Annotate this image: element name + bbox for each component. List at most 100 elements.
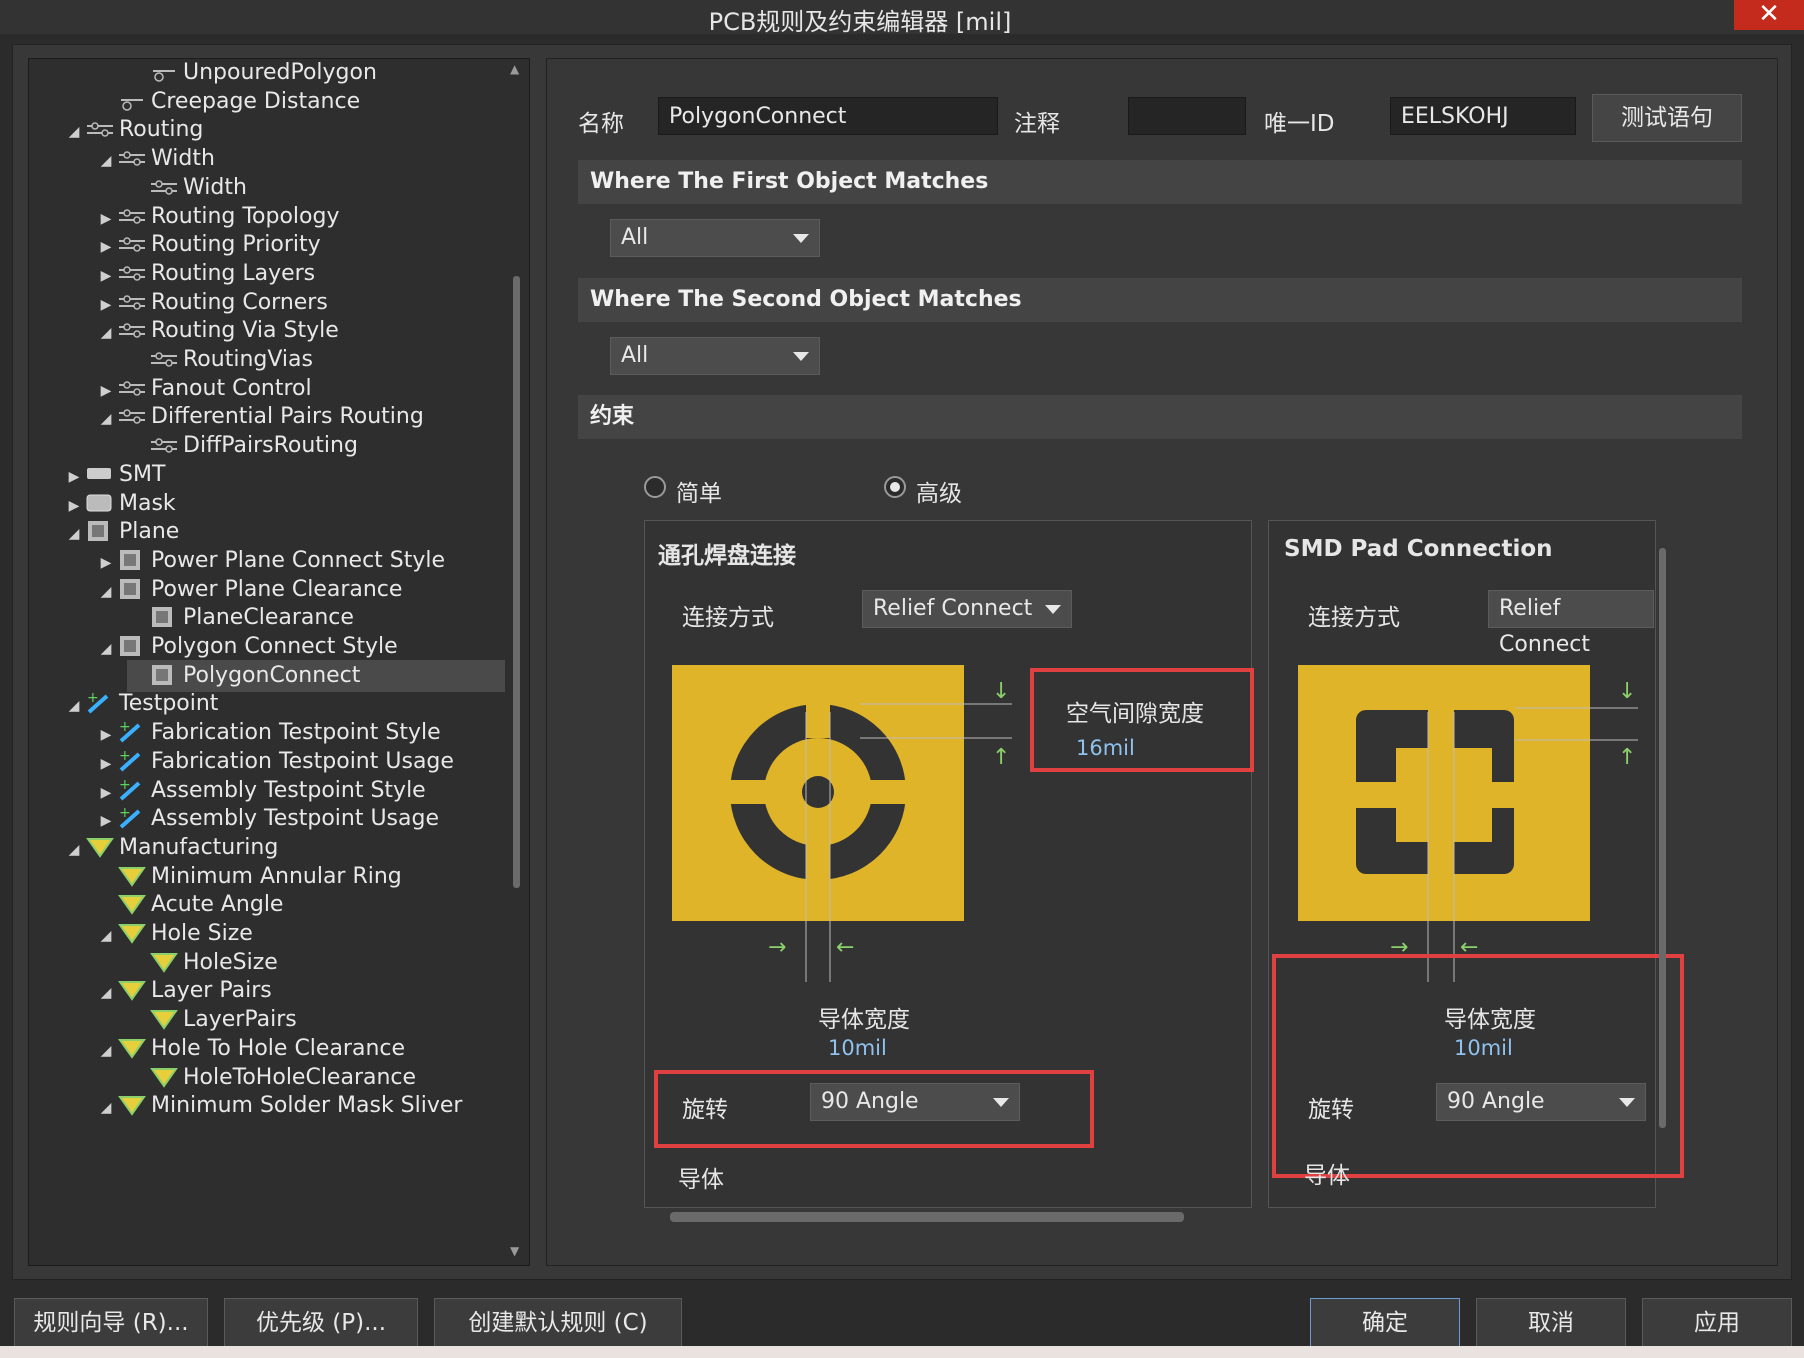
tree-item-hole-size[interactable]: ◢ Hole Size (95, 918, 505, 950)
constraints-vscrollbar[interactable] (1656, 526, 1670, 1196)
svg-text:+: + (119, 721, 131, 735)
tree-item-fabrication-testpoint-style[interactable]: ▶ + Fabrication Testpoint Style (95, 717, 505, 749)
tree-item-fabrication-testpoint-usage[interactable]: ▶ + Fabrication Testpoint Usage (95, 746, 505, 778)
smt-rule-icon (85, 463, 115, 485)
collapse-icon[interactable]: ◢ (95, 403, 117, 435)
collapse-icon[interactable]: ◢ (95, 977, 117, 1009)
th-rotation-value: 90 Angle (821, 1089, 919, 1114)
radio-simple[interactable] (644, 476, 666, 498)
collapse-icon[interactable]: ◢ (63, 690, 85, 722)
tree-item-fanout-control[interactable]: ▶ Fanout Control (95, 373, 505, 405)
scroll-up-icon[interactable]: ▲ (510, 62, 519, 76)
scroll-down-icon[interactable]: ▼ (510, 1244, 519, 1258)
collapse-icon[interactable]: ◢ (95, 1092, 117, 1124)
collapse-icon[interactable]: ◢ (63, 518, 85, 550)
scrollbar-thumb[interactable] (670, 1212, 1184, 1222)
th-rotation-select[interactable]: 90 Angle (810, 1083, 1020, 1121)
tree-item-routing-topology[interactable]: ▶ Routing Topology (95, 201, 505, 233)
rule-wizard-button[interactable]: 规则向导 (R)... (14, 1298, 208, 1348)
tree-item-label: Testpoint (119, 691, 219, 717)
collapse-icon[interactable]: ◢ (95, 317, 117, 349)
smd-connect-select[interactable]: Relief Connect (1488, 590, 1654, 657)
tree-item-assembly-testpoint-style[interactable]: ▶ + Assembly Testpoint Style (95, 775, 505, 807)
collapse-icon[interactable]: ◢ (95, 576, 117, 608)
mfg-rule-icon (85, 836, 115, 858)
tree-item-differential-pairs-routing[interactable]: ◢ Differential Pairs Routing (95, 401, 505, 433)
tree-item-planeclearance[interactable]: PlaneClearance (127, 602, 505, 634)
tree-item-polygonconnect[interactable]: PolygonConnect (127, 659, 505, 692)
collapse-icon[interactable]: ◢ (95, 633, 117, 665)
tree-item-unpouredpolygon[interactable]: UnpouredPolygon (127, 59, 505, 89)
tree-item-routing-priority[interactable]: ▶ Routing Priority (95, 229, 505, 261)
tree-item-power-plane-clearance[interactable]: ◢ Power Plane Clearance (95, 574, 505, 606)
tree-item-minimum-solder-mask-sliver[interactable]: ◢ Minimum Solder Mask Sliver (95, 1090, 505, 1122)
tree-item-power-plane-connect-style[interactable]: ▶ Power Plane Connect Style (95, 545, 505, 577)
mfg-rule-icon (117, 979, 147, 1002)
create-default-rules-button[interactable]: 创建默认规则 (C) (434, 1298, 682, 1348)
tree-item-width[interactable]: Width (127, 172, 505, 204)
air-gap-value[interactable]: 16mil (1076, 736, 1135, 760)
tree-scrollbar[interactable]: ▲ ▼ (508, 58, 526, 1264)
mfg-rule-icon (117, 1037, 147, 1059)
scrollbar-thumb[interactable] (513, 276, 520, 888)
tree-item-plane[interactable]: ◢ Plane (63, 516, 505, 548)
tree-item-manufacturing[interactable]: ◢ Manufacturing (63, 832, 505, 864)
tree-item-holesize[interactable]: HoleSize (127, 947, 505, 979)
smd-highlight (1272, 954, 1684, 1178)
collapse-icon[interactable]: ◢ (95, 1035, 117, 1067)
smd-rotation-value: 90 Angle (1447, 1089, 1545, 1114)
tree-item-diffpairsrouting[interactable]: DiffPairsRouting (127, 430, 505, 462)
smd-conductor-width-label: 导体宽度 (1444, 1007, 1536, 1033)
name-field[interactable]: PolygonConnect (658, 97, 998, 135)
tree-item-hole-to-hole-clearance[interactable]: ◢ Hole To Hole Clearance (95, 1033, 505, 1065)
tree-item-polygon-connect-style[interactable]: ◢ Polygon Connect Style (95, 631, 505, 663)
collapse-icon[interactable]: ◢ (95, 920, 117, 952)
close-button[interactable]: ✕ (1734, 0, 1804, 30)
tree-item-routing-via-style[interactable]: ◢ Routing Via Style (95, 315, 505, 347)
th-conductor-width-value[interactable]: 10mil (828, 1036, 887, 1060)
tree-item-testpoint[interactable]: ◢ + Testpoint (63, 688, 505, 720)
tree-item-smt[interactable]: ▶ SMT (63, 459, 505, 491)
tree-item-routing-layers[interactable]: ▶ Routing Layers (95, 258, 505, 290)
tree-item-width[interactable]: ◢ Width (95, 143, 505, 175)
spoke-top (1428, 708, 1454, 752)
tree-item-creepage-distance[interactable]: Creepage Distance (95, 86, 505, 118)
test-query-button[interactable]: 测试语句 (1592, 94, 1742, 142)
smd-rotation-select[interactable]: 90 Angle (1436, 1083, 1646, 1121)
apply-button[interactable]: 应用 (1642, 1298, 1792, 1348)
tree-item-layer-pairs[interactable]: ◢ Layer Pairs (95, 975, 505, 1007)
second-match-select[interactable]: All (610, 337, 820, 375)
tree-item-holetoholeclearance[interactable]: HoleToHoleClearance (127, 1062, 505, 1094)
unique-id-field[interactable]: EELSKOHJ (1390, 97, 1576, 135)
tree-item-routingvias[interactable]: RoutingVias (127, 344, 505, 376)
constraints-header: 约束 (578, 395, 1742, 439)
drill-hole (802, 776, 834, 808)
cancel-button[interactable]: 取消 (1476, 1298, 1626, 1348)
name-label: 名称 (578, 111, 624, 137)
constraints-hscrollbar[interactable] (650, 1208, 1680, 1226)
tree-item-label: Plane (119, 519, 180, 545)
first-match-select[interactable]: All (610, 219, 820, 257)
collapse-icon[interactable]: ◢ (95, 145, 117, 177)
rule-tree[interactable]: UnpouredPolygon Creepage Distance ◢ Routing… (28, 58, 530, 1266)
th-connect-value: Relief Connect (873, 596, 1033, 621)
collapse-icon[interactable]: ◢ (63, 116, 85, 148)
tree-item-acute-angle[interactable]: Acute Angle (95, 889, 505, 921)
collapse-icon[interactable]: ◢ (63, 834, 85, 866)
tree-item-mask[interactable]: ▶ Mask (63, 488, 505, 520)
tree-item-layerpairs[interactable]: LayerPairs (127, 1004, 505, 1036)
arrow-up-icon: ↑ (992, 745, 1010, 770)
radio-advanced[interactable] (884, 476, 906, 498)
scrollbar-thumb[interactable] (1659, 548, 1666, 1128)
test-rule-icon: + (117, 777, 147, 801)
tree-item-assembly-testpoint-usage[interactable]: ▶ + Assembly Testpoint Usage (95, 803, 505, 835)
smd-conductor-width-value[interactable]: 10mil (1454, 1036, 1513, 1060)
tree-item-routing-corners[interactable]: ▶ Routing Corners (95, 287, 505, 319)
priorities-button[interactable]: 优先级 (P)... (224, 1298, 418, 1348)
th-connect-select[interactable]: Relief Connect (862, 590, 1072, 628)
tree-item-routing[interactable]: ◢ Routing (63, 114, 505, 146)
tree-item-label: Manufacturing (119, 834, 279, 860)
ok-button[interactable]: 确定 (1310, 1298, 1460, 1348)
tree-item-minimum-annular-ring[interactable]: Minimum Annular Ring (95, 861, 505, 893)
comment-field[interactable] (1128, 97, 1246, 135)
